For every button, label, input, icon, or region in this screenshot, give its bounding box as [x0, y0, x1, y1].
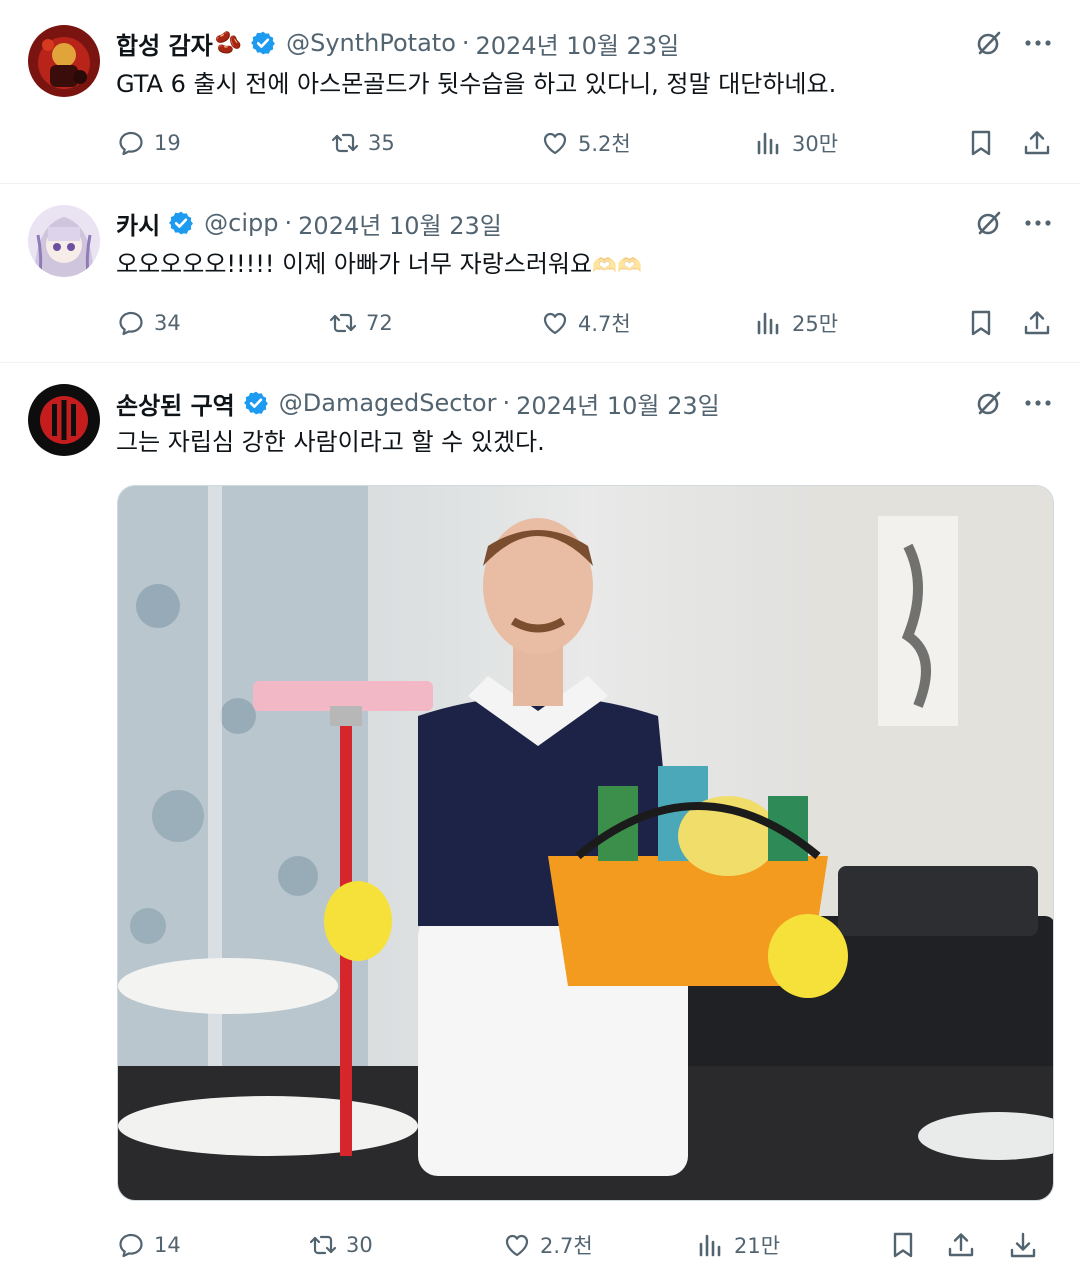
repost-button[interactable]: 35 — [330, 128, 395, 158]
repost-count: 72 — [366, 311, 393, 335]
reply-button[interactable]: 34 — [116, 308, 181, 338]
reply-count: 19 — [154, 131, 181, 155]
display-name[interactable]: 합성 감자 — [116, 26, 213, 61]
repost-button[interactable]: 72 — [328, 308, 393, 338]
user-handle[interactable]: @cipp — [204, 209, 278, 237]
more-dots-icon[interactable] — [1022, 208, 1054, 238]
reply-count: 34 — [154, 311, 181, 335]
download-icon[interactable] — [1008, 1230, 1038, 1260]
avatar-image — [28, 205, 100, 277]
tweet-header: 카시 @cipp · 2024년 10월 23일 — [116, 206, 502, 240]
repost-count: 30 — [346, 1233, 373, 1257]
reply-button[interactable]: 19 — [116, 128, 181, 158]
share-icon[interactable] — [1022, 308, 1052, 338]
like-count: 4.7천 — [578, 312, 631, 336]
share-icon[interactable] — [946, 1230, 976, 1260]
verified-badge-icon — [243, 390, 269, 416]
display-name[interactable]: 카시 — [116, 206, 160, 241]
tweet-date[interactable]: 2024년 10월 23일 — [298, 206, 502, 241]
user-handle[interactable]: @SynthPotato — [286, 29, 456, 57]
tweet-text: 오오오오오!!!!! 이제 아빠가 너무 자랑스러워요 — [116, 250, 593, 278]
tweet-text: GTA 6 출시 전에 아스몬골드가 뒷수습을 하고 있다니, 정말 대단하네요… — [116, 70, 837, 98]
tweet-header: 손상된 구역 @DamagedSector · 2024년 10월 23일 — [116, 386, 720, 420]
grok-icon[interactable] — [974, 28, 1004, 58]
reply-icon — [116, 1230, 146, 1260]
heart-icon — [540, 128, 570, 158]
reply-icon — [116, 128, 146, 158]
like-count: 5.2천 — [578, 132, 631, 156]
more-dots-icon[interactable] — [1022, 388, 1054, 418]
name-emoji: 🫘 — [214, 30, 243, 56]
grok-icon[interactable] — [974, 388, 1004, 418]
avatar[interactable] — [28, 25, 100, 97]
separator-dot: · — [461, 29, 470, 57]
views-count: 30만 — [792, 132, 839, 156]
share-icon[interactable] — [1022, 128, 1052, 158]
repost-icon — [328, 308, 358, 338]
like-button[interactable]: 2.7천 — [502, 1230, 593, 1260]
tweet-date[interactable]: 2024년 10월 23일 — [516, 386, 720, 421]
avatar-image — [28, 384, 100, 456]
separator-dot: · — [284, 209, 293, 237]
views-count: 25만 — [792, 312, 839, 336]
display-name[interactable]: 손상된 구역 — [116, 386, 235, 421]
avatar-image — [28, 25, 100, 97]
repost-icon — [308, 1230, 338, 1260]
repost-count: 35 — [368, 131, 395, 155]
views-chart-icon — [696, 1230, 726, 1260]
heart-icon — [502, 1230, 532, 1260]
photo-image — [118, 486, 1053, 1200]
tweet-divider — [0, 183, 1080, 184]
reply-count: 14 — [154, 1233, 181, 1257]
verified-badge-icon — [250, 30, 276, 56]
views-chart-icon — [754, 308, 784, 338]
like-count: 2.7천 — [540, 1234, 593, 1258]
bookmark-icon[interactable] — [966, 308, 996, 338]
views-button[interactable]: 25만 — [754, 308, 838, 338]
tweet-divider — [0, 362, 1080, 363]
tweet-text: 그는 자립심 강한 사람이라고 할 수 있겠다. — [116, 428, 545, 456]
repost-icon — [330, 128, 360, 158]
user-handle[interactable]: @DamagedSector — [279, 389, 497, 417]
tweet-header: 합성 감자 🫘 @SynthPotato · 2024년 10월 23일 — [116, 26, 679, 60]
like-button[interactable]: 5.2천 — [540, 128, 631, 158]
bookmark-icon[interactable] — [966, 128, 996, 158]
views-count: 21만 — [734, 1234, 781, 1258]
verified-badge-icon — [168, 210, 194, 236]
views-chart-icon — [754, 128, 784, 158]
avatar[interactable] — [28, 205, 100, 277]
tweet-photo[interactable] — [117, 485, 1054, 1201]
tweet-date[interactable]: 2024년 10월 23일 — [476, 26, 680, 61]
views-button[interactable]: 30만 — [754, 128, 838, 158]
grok-icon[interactable] — [974, 208, 1004, 238]
heart-icon — [540, 308, 570, 338]
separator-dot: · — [502, 389, 511, 417]
like-button[interactable]: 4.7천 — [540, 308, 631, 338]
views-button[interactable]: 21만 — [696, 1230, 780, 1260]
bookmark-icon[interactable] — [888, 1230, 918, 1260]
reply-button[interactable]: 14 — [116, 1230, 181, 1260]
tweet-text-row: 오오오오오!!!!! 이제 아빠가 너무 자랑스러워요🫶🫶 — [116, 248, 642, 281]
avatar[interactable] — [28, 384, 100, 456]
more-dots-icon[interactable] — [1022, 28, 1054, 58]
heart-hands-emoji: 🫶🫶 — [592, 253, 642, 277]
repost-button[interactable]: 30 — [308, 1230, 373, 1260]
reply-icon — [116, 308, 146, 338]
